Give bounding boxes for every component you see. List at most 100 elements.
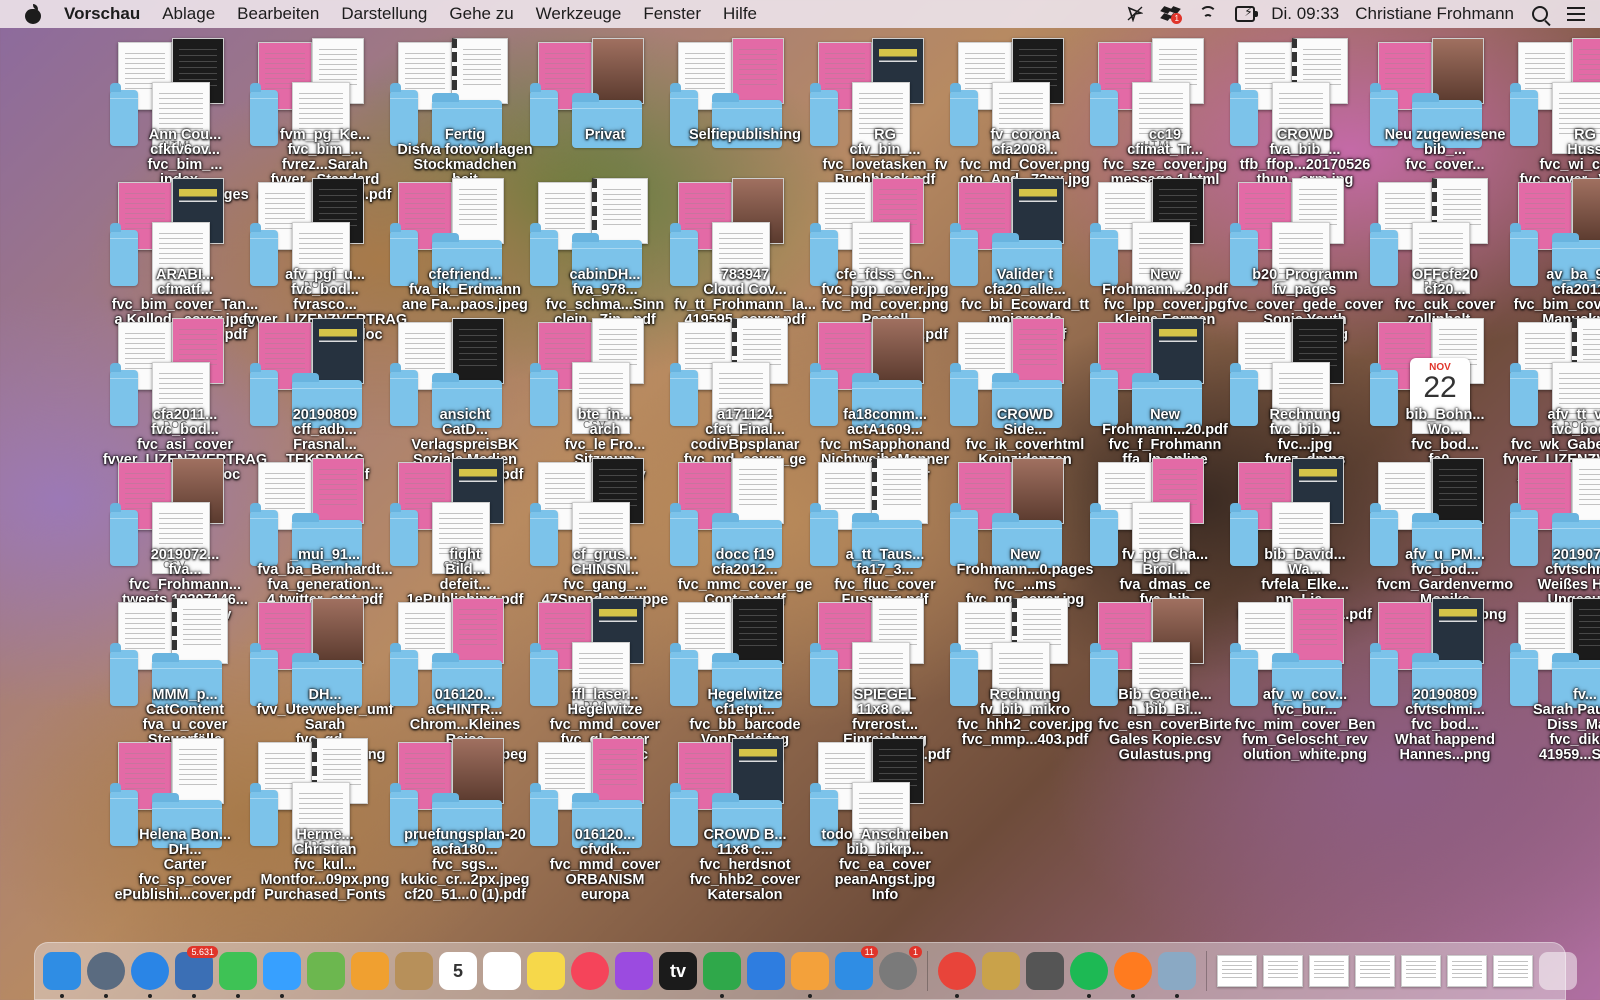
chrome-icon[interactable] <box>938 952 976 998</box>
menu-ablage[interactable]: Ablage <box>162 4 215 24</box>
desktop-icon-22[interactable]: av_ba_97...cfa2011...fvc_bim_cover_BergM… <box>1510 178 1600 328</box>
scanner-icon[interactable] <box>1026 952 1064 990</box>
label-line: 41959...Stock <box>1539 747 1600 763</box>
podcasts-icon[interactable] <box>615 952 653 990</box>
minimized-window-thumbnail[interactable] <box>1447 955 1487 987</box>
numbers-icon[interactable] <box>703 952 741 998</box>
label-line: peanAngst.jpg <box>834 872 936 888</box>
running-indicator <box>808 994 812 998</box>
label-line: Huss <box>1567 142 1600 158</box>
launchpad-icon[interactable] <box>87 952 125 998</box>
finder-icon[interactable] <box>43 952 81 998</box>
minimized-window-thumbnail[interactable] <box>1355 955 1395 987</box>
label-line: Info <box>871 887 899 903</box>
reminders-icon[interactable] <box>483 952 521 990</box>
messages-icon[interactable] <box>263 952 301 998</box>
dropbox-icon[interactable]: 1 <box>1160 5 1183 24</box>
label-line: fv... <box>1573 687 1597 703</box>
running-indicator <box>1175 994 1179 998</box>
notes-icon[interactable] <box>527 952 565 990</box>
calendar-stack-icon[interactable]: 5.631 <box>175 946 218 998</box>
label-line: 20190723 <box>1552 547 1600 563</box>
desktop-icon-label: todo_Anschreiben bib_bikrp... fvc_ea_cover… <box>780 828 990 903</box>
dock-icon-label: 5 <box>452 960 463 981</box>
file-thumbnail <box>732 458 784 524</box>
dock-separator <box>927 951 928 991</box>
file-thumbnail <box>172 738 224 804</box>
minimized-window-thumbnail[interactable] <box>1401 955 1441 987</box>
firefox-icon[interactable] <box>1114 952 1152 998</box>
desktop: HTMLAnn Cou...cfkfv6ov...fvc_bim_...inde… <box>0 28 1600 938</box>
desktop-icon-4[interactable]: Privat <box>530 38 680 176</box>
running-indicator <box>148 994 152 998</box>
desktop-icon-33[interactable]: DOCafv_tt_v1...fvc_bod...fvc_wk_Gaber_ha… <box>1503 318 1600 483</box>
dropbox-badge: 1 <box>1171 13 1183 24</box>
menu-user-name[interactable]: Christiane Frohmann <box>1355 4 1514 24</box>
menu-werkzeuge[interactable]: Werkzeuge <box>536 4 622 24</box>
music-icon[interactable] <box>571 952 609 990</box>
file-thumbnail <box>732 738 784 804</box>
trash-icon[interactable] <box>1539 952 1577 990</box>
keychain-icon[interactable] <box>982 952 1020 990</box>
desktop-icon-55[interactable]: fv...Sarah Paulso...Diss_Mat...fvc_dikb.… <box>1510 598 1600 763</box>
calendar-icon[interactable]: 5 <box>439 952 477 990</box>
label-line: fvc_wi_cover <box>1539 157 1600 173</box>
label-line: RG <box>1574 127 1596 143</box>
desktop-icon-3[interactable]: FertigDisfva fotovorlagenStockmadchenbei… <box>390 38 540 188</box>
minimized-window-thumbnail[interactable] <box>1493 955 1533 987</box>
file-thumbnail <box>1292 598 1344 664</box>
minimized-window-thumbnail[interactable] <box>1217 955 1257 987</box>
menu-darstellung[interactable]: Darstellung <box>341 4 427 24</box>
safari-icon[interactable] <box>131 952 169 998</box>
photos-icon[interactable] <box>351 952 389 990</box>
minimized-window-thumbnail[interactable] <box>1263 955 1303 987</box>
battery-charging-icon[interactable]: ⚡ <box>1235 5 1259 23</box>
file-thumbnail <box>872 458 928 524</box>
menu-bearbeiten[interactable]: Bearbeiten <box>237 4 319 24</box>
apple-menu-icon[interactable] <box>24 4 42 24</box>
running-indicator <box>192 994 196 998</box>
desktop-icon-label: fv...Sarah Paulso...Diss_Mat...fvc_dikb.… <box>1480 688 1600 763</box>
label-line: Sarah Paulso... <box>1533 702 1600 718</box>
dock-badge: 1 <box>908 946 922 958</box>
pages-icon[interactable] <box>791 952 829 998</box>
running-indicator <box>104 994 108 998</box>
file-thumbnail <box>1152 318 1204 384</box>
menu-clock[interactable]: Di. 09:33 <box>1271 4 1339 24</box>
menu-fenster[interactable]: Fenster <box>643 4 701 24</box>
file-thumbnail <box>592 738 644 804</box>
dock-icon-label: tv <box>669 960 686 981</box>
file-thumbnail <box>312 318 364 384</box>
tv-icon[interactable]: tv <box>659 952 697 990</box>
label-line: fvc_dikb... <box>1549 732 1600 748</box>
desktop-icon-11[interactable]: RGHussfvc_wi_coverfvc_cover...Vorlage <box>1510 38 1600 188</box>
minimized-window-thumbnail[interactable] <box>1309 955 1349 987</box>
desktop-icon-61[interactable]: todo_Anschreiben bib_bikrp... fvc_ea_cover… <box>810 738 960 903</box>
desktop-icon-44[interactable]: 20190723cfvtschmi...Weißes HemdUngesucht… <box>1510 458 1600 623</box>
preview-icon[interactable] <box>1158 952 1196 998</box>
file-thumbnail <box>1432 598 1484 664</box>
menu-app-name[interactable]: Vorschau <box>64 4 140 24</box>
control-center-icon[interactable] <box>1566 5 1586 23</box>
label-line: fvc_ea_cover <box>839 857 931 873</box>
maps-icon[interactable] <box>307 952 345 990</box>
file-thumbnail <box>172 598 228 664</box>
wifi-icon[interactable] <box>1197 6 1219 22</box>
label-line: cfvtschmi... <box>1545 562 1600 578</box>
file-thumbnail <box>452 38 508 104</box>
app-store-icon[interactable]: 11 <box>835 946 878 990</box>
keynote-icon[interactable] <box>747 952 785 990</box>
spotify-icon[interactable] <box>1070 952 1108 998</box>
file-thumbnail <box>452 598 504 664</box>
system-preferences-icon[interactable]: 1 <box>879 946 922 990</box>
contacts-icon[interactable] <box>395 952 433 990</box>
search-icon[interactable] <box>1530 5 1550 23</box>
dock-separator <box>1206 951 1207 991</box>
menu-gehe-zu[interactable]: Gehe zu <box>449 4 513 24</box>
cursor-icon[interactable] <box>1125 5 1145 23</box>
facetime-icon[interactable] <box>219 952 257 998</box>
label-line: fvc_bod... <box>1551 422 1600 438</box>
file-thumbnail <box>872 318 924 384</box>
menu-hilfe[interactable]: Hilfe <box>723 4 757 24</box>
label-line: fvc_wk_Gaber_ham... <box>1510 437 1600 453</box>
